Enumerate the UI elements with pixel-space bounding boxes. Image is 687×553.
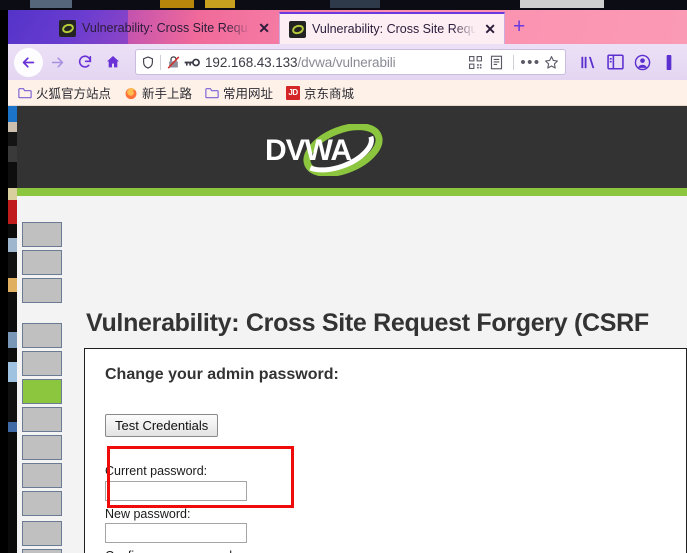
svg-text:DVWA: DVWA [265, 134, 351, 167]
sidebar-nav-item[interactable] [22, 250, 62, 275]
url-path: /dvwa/vulnerabili [297, 54, 396, 70]
page-title: Vulnerability: Cross Site Request Forger… [86, 309, 649, 337]
dvwa-favicon-icon [289, 20, 306, 38]
home-button[interactable] [99, 48, 127, 76]
new-password-label: New password: [105, 507, 191, 521]
sidebar-icon[interactable] [603, 50, 627, 74]
close-icon[interactable]: ✕ [256, 21, 272, 35]
sidebar-nav-item[interactable] [22, 463, 62, 488]
folder-icon [18, 87, 32, 98]
bookmark-item[interactable]: 火狐官方站点 [18, 83, 111, 102]
test-credentials-button[interactable]: Test Credentials [105, 414, 219, 437]
bookmark-label: 新手上路 [142, 87, 193, 101]
firefox-icon [125, 87, 137, 99]
bookmark-label: 常用网址 [223, 87, 274, 101]
dvwa-green-bar [17, 188, 687, 196]
current-password-input[interactable] [105, 481, 247, 501]
bookmark-item[interactable]: 新手上路 [124, 83, 192, 102]
tab-strip: Vulnerability: Cross Site Requ ✕ Vulnera… [8, 10, 687, 44]
library-icon[interactable] [576, 50, 600, 74]
bookmark-label: 京东商城 [304, 87, 355, 101]
new-password-input[interactable] [105, 523, 247, 543]
bookmark-item[interactable]: JD 京东商城 [286, 83, 354, 102]
window-edge-sliver [8, 106, 17, 553]
panel-heading: Change your admin password: [105, 366, 339, 383]
bookmark-item[interactable]: 常用网址 [205, 83, 273, 102]
url-address-bar[interactable]: 192.168.43.133/dvwa/vulnerabili ••• [135, 49, 566, 75]
sidebar-nav-item[interactable] [22, 549, 62, 553]
sidebar-nav-item[interactable] [22, 351, 62, 376]
url-divider [513, 54, 514, 70]
sidebar-nav-item[interactable] [22, 222, 62, 247]
sidebar-nav-item[interactable] [22, 323, 62, 348]
new-tab-button[interactable]: + [513, 16, 525, 38]
toolbar-extra-icons [572, 50, 681, 74]
sidebar-nav-item[interactable] [22, 491, 62, 516]
sidebar-nav-item[interactable] [22, 435, 62, 460]
taskbar-item[interactable] [30, 0, 72, 8]
sidebar-nav-item[interactable] [22, 407, 62, 432]
dvwa-site-header: DVWA [17, 106, 687, 188]
confirm-new-password-label: Confirm new password: [105, 549, 236, 553]
taskbar-item[interactable] [520, 0, 604, 8]
close-icon[interactable]: ✕ [482, 22, 498, 36]
navigation-toolbar: 192.168.43.133/dvwa/vulnerabili ••• [8, 44, 687, 80]
desktop-taskbar-strip [0, 0, 687, 10]
taskbar-item[interactable] [330, 0, 380, 8]
page-viewport: DVWA Vulnerability: Cross Site Request F… [8, 106, 687, 553]
dvwa-logo: DVWA [265, 124, 383, 176]
forward-button[interactable] [43, 48, 71, 76]
browser-tab-1[interactable]: Vulnerability: Cross Site Requ ✕ [50, 12, 278, 44]
tab-title: Vulnerability: Cross Site Requ [312, 22, 477, 36]
screenshot-root: Vulnerability: Cross Site Requ ✕ Vulnera… [0, 0, 687, 553]
browser-tab-2[interactable]: Vulnerability: Cross Site Requ ✕ [279, 12, 505, 44]
bookmark-label: 火狐官方站点 [36, 87, 112, 101]
sidebar-nav-item[interactable] [22, 521, 62, 546]
sidebar-nav-item[interactable] [22, 278, 62, 303]
account-avatar-icon[interactable] [630, 50, 654, 74]
reader-view-icon[interactable] [487, 53, 506, 72]
insecure-padlock-icon[interactable] [166, 55, 181, 70]
back-button[interactable] [14, 47, 43, 77]
bookmark-star-icon[interactable] [542, 53, 561, 72]
bookmarks-toolbar: 火狐官方站点 新手上路 常用网址 JD 京东商城 [8, 80, 687, 106]
jd-icon: JD [286, 85, 301, 100]
folder-icon [205, 87, 219, 98]
dvwa-favicon-icon [59, 19, 76, 37]
taskbar-item[interactable] [160, 0, 194, 8]
csrf-form-panel: Change your admin password: Test Credent… [84, 348, 687, 553]
url-text[interactable]: 192.168.43.133/dvwa/vulnerabili [200, 55, 466, 70]
tab-title: Vulnerability: Cross Site Requ [82, 21, 248, 35]
tracking-shield-icon[interactable] [141, 55, 155, 70]
current-password-label: Current password: [105, 464, 208, 478]
url-bar-actions: ••• [466, 53, 561, 72]
url-host: 192.168.43.133 [205, 54, 298, 70]
page-actions-menu-icon[interactable]: ••• [520, 53, 540, 72]
saved-logins-key-icon[interactable] [184, 56, 200, 69]
url-divider [160, 54, 161, 70]
firefox-window: Vulnerability: Cross Site Requ ✕ Vulnera… [8, 10, 687, 553]
overflow-menu-icon[interactable] [657, 50, 681, 74]
reload-button[interactable] [71, 48, 99, 76]
taskbar-item[interactable] [205, 0, 235, 8]
sidebar-nav-item-active[interactable] [22, 379, 62, 404]
qr-code-icon[interactable] [466, 53, 485, 72]
